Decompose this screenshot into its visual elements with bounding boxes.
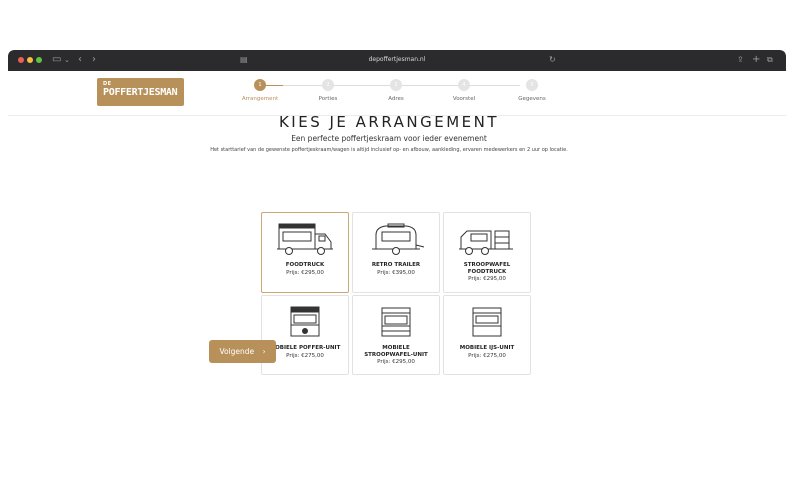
page-title: KIES JE ARRANGEMENT [278, 113, 500, 131]
arrangement-card-ijs-unit[interactable]: MOBIELE IJS-UNIT Prijs: €275,00 [443, 295, 531, 375]
ijs-unit-icon [472, 307, 502, 337]
foodtruck-icon [277, 223, 333, 255]
step-arrangement[interactable]: 1 Arrangement [230, 79, 290, 103]
step-label: Adres [388, 96, 404, 102]
reload-icon[interactable]: ↻ [549, 53, 556, 67]
step-porties[interactable]: 2 Porties [298, 79, 358, 103]
browser-titlebar: ▭ ⌄ ‹ › ▤ depoffertjesman.nl ↻ ⇪ + ⧉ [8, 50, 786, 71]
card-price: Prijs: €295,00 [286, 269, 324, 276]
stroopwafel-foodtruck-icon [459, 230, 513, 255]
poffer-unit-icon [290, 306, 320, 337]
arrangement-card-poffer-unit[interactable]: MOBIELE POFFER-UNIT Prijs: €275,00 [261, 295, 349, 375]
card-price: Prijs: €275,00 [468, 352, 506, 359]
page-subtitle: Een perfecte poffertjeskraam voor ieder … [291, 134, 487, 143]
arrangement-card-stroopwafel-unit[interactable]: MOBIELE STROOPWAFEL-UNIT Prijs: €295,00 [352, 295, 440, 375]
step-gegevens[interactable]: 5 Gegevens [502, 79, 562, 103]
tab-overview-icon[interactable]: ⧉ [767, 53, 773, 67]
step-label: Gegevens [518, 96, 546, 102]
step-circle: 5 [526, 79, 538, 91]
step-circle: 3 [390, 79, 402, 91]
card-title: MOBIELE STROOPWAFEL-UNIT [364, 345, 428, 358]
site-logo[interactable]: DE POFFERTJESMAN [97, 78, 184, 106]
share-icon[interactable]: ⇪ [737, 53, 744, 67]
step-circle: 1 [254, 79, 266, 91]
card-price: Prijs: €295,00 [468, 276, 506, 282]
step-label: Arrangement [241, 96, 279, 102]
next-button[interactable]: Volgende › [209, 340, 276, 363]
card-title: STROOPWAFEL FOODTRUCK [463, 262, 511, 275]
step-voorstel[interactable]: 4 Voorstel [434, 79, 494, 103]
step-label: Porties [318, 96, 338, 102]
page-description: Het starttarief van de gewenste poffertj… [210, 147, 568, 153]
arrangement-card-foodtruck[interactable]: FOODTRUCK Prijs: €295,00 [261, 212, 349, 293]
step-adres[interactable]: 3 Adres [366, 79, 426, 103]
card-price: Prijs: €295,00 [377, 359, 415, 365]
step-circle: 4 [458, 79, 470, 91]
step-circle: 2 [322, 79, 334, 91]
address-bar[interactable]: depoffertjesman.nl [8, 54, 786, 66]
step-label: Voorstel [452, 96, 476, 102]
new-tab-icon[interactable]: + [752, 53, 760, 67]
chevron-right-icon: › [262, 347, 266, 356]
next-button-label: Volgende [219, 347, 255, 356]
progress-stepper: 1 Arrangement 2 Porties 3 Adres 4 Voorst… [230, 79, 550, 107]
arrangement-card-stroopwafel-foodtruck[interactable]: STROOPWAFEL FOODTRUCK Prijs: €295,00 [443, 212, 531, 293]
logo-text: POFFERTJESMAN [103, 87, 178, 98]
stroopwafel-unit-icon [381, 307, 411, 337]
card-price: Prijs: €395,00 [377, 269, 415, 276]
retro-trailer-icon [372, 223, 425, 255]
arrangement-card-retro-trailer[interactable]: RETRO TRAILER Prijs: €395,00 [352, 212, 440, 293]
